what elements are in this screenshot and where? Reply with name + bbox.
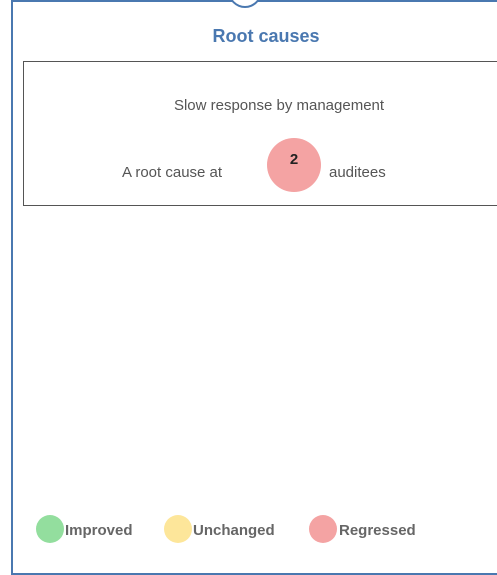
legend-label-unchanged: Unchanged <box>193 522 275 539</box>
improved-legend-dot <box>36 515 64 543</box>
root-cause-name: Slow response by management <box>173 97 385 114</box>
root-cause-card[interactable] <box>23 61 497 206</box>
regressed-legend-dot <box>309 515 337 543</box>
root-cause-suffix: auditees <box>329 164 386 181</box>
panel-title: Root causes <box>212 26 320 46</box>
legend-label-improved: Improved <box>65 522 133 539</box>
auditee-count-badge: 2 <box>267 138 321 192</box>
unchanged-legend-dot <box>164 515 192 543</box>
legend-label-regressed: Regressed <box>339 522 416 539</box>
root-cause-prefix: A root cause at <box>122 164 223 181</box>
